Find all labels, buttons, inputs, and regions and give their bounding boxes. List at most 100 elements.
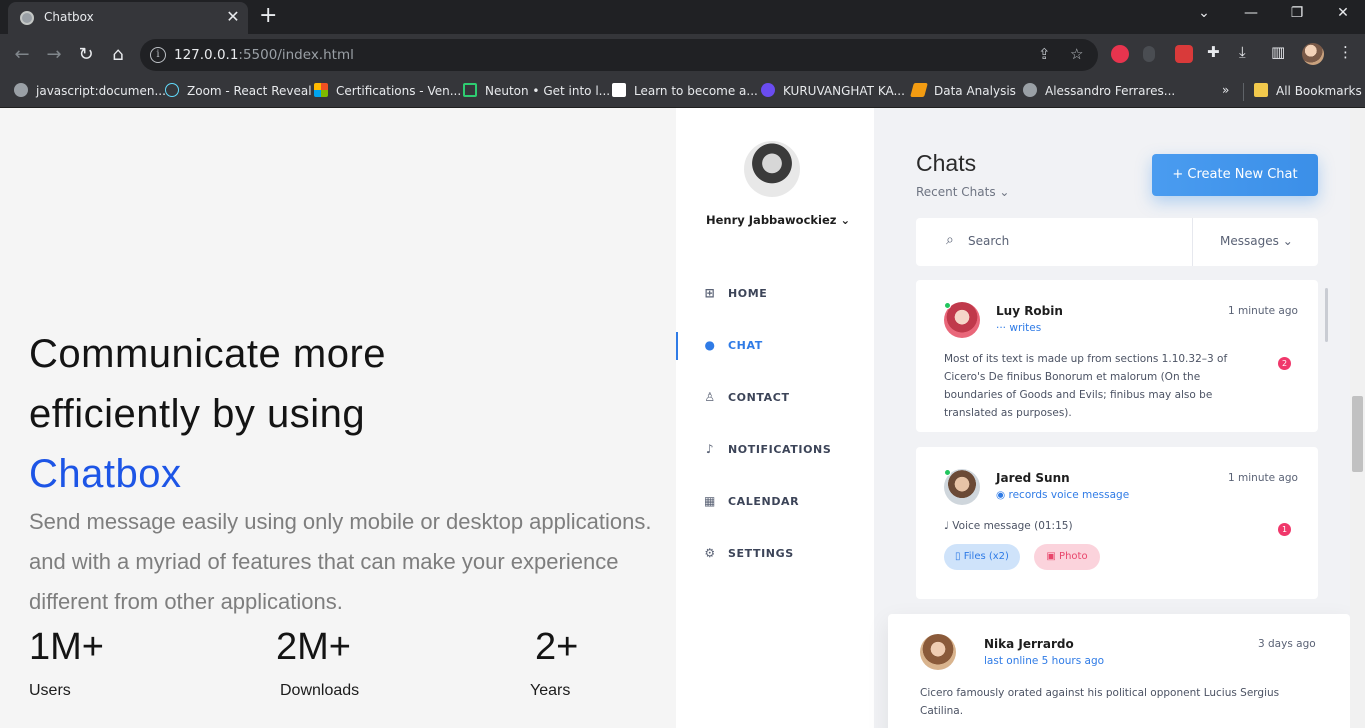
- chat-status-text: writes: [1009, 322, 1042, 334]
- user-menu[interactable]: Henry Jabbawockiez ⌄: [706, 213, 850, 227]
- site-info-icon[interactable]: i: [150, 47, 166, 63]
- forward-arrow-icon[interactable]: →: [42, 42, 66, 68]
- chat-card[interactable]: Luy Robin ·‧· writes 1 minute ago Most o…: [916, 280, 1318, 432]
- side-panel-icon[interactable]: ▥: [1271, 43, 1285, 61]
- nav-label: SETTINGS: [728, 547, 794, 560]
- hero-line-2: efficiently by using: [29, 392, 366, 436]
- profile-avatar[interactable]: [1302, 43, 1324, 65]
- bookmark-item[interactable]: Alessandro Ferrares...: [1023, 83, 1175, 98]
- search-input[interactable]: Search: [968, 234, 1009, 248]
- address-bar[interactable]: i 127.0.0.1:5500/index.html ⇪ ☆: [140, 39, 1098, 71]
- url-host: 127.0.0.1: [174, 47, 239, 63]
- chat-card[interactable]: Nika Jerrardo last online 5 hours ago 3 …: [888, 614, 1350, 728]
- bookmark-item[interactable]: Certifications - Ven...: [314, 83, 461, 98]
- online-indicator: [944, 302, 951, 309]
- page-scrollbar-thumb[interactable]: [1352, 396, 1363, 472]
- back-arrow-icon[interactable]: ←: [10, 42, 34, 68]
- menu-kebab-icon[interactable]: ⋮: [1338, 43, 1353, 61]
- browser-tab[interactable]: Chatbox ✕: [8, 2, 248, 34]
- chat-status: last online 5 hours ago: [984, 655, 1105, 667]
- chat-bubble-icon: ●: [704, 338, 716, 352]
- nav-item-chat[interactable]: ● CHAT: [702, 338, 763, 352]
- bookmarks-bar: javascript:documen... Zoom - React Revea…: [0, 76, 1365, 108]
- download-icon[interactable]: ⤓: [1239, 43, 1246, 61]
- bookmark-item[interactable]: Zoom - React Reveal: [165, 83, 312, 98]
- recent-chats-dropdown[interactable]: Recent Chats ⌄: [916, 185, 1009, 199]
- chat-list-scrollbar[interactable]: [1325, 288, 1328, 342]
- all-bookmarks-button[interactable]: All Bookmarks: [1254, 83, 1362, 98]
- user-name: Henry Jabbawockiez: [706, 213, 837, 227]
- nav-label: CALENDAR: [728, 495, 800, 508]
- nav-label: CONTACT: [728, 391, 790, 404]
- photo-label: Photo: [1059, 551, 1088, 562]
- chat-card[interactable]: Jared Sunn ◉ records voice message 1 min…: [916, 447, 1318, 599]
- hero-line-1: Communicate more: [29, 332, 387, 376]
- calendar-icon: ▦: [704, 494, 716, 508]
- nav-item-notifications[interactable]: ♪ NOTIFICATIONS: [702, 442, 831, 456]
- nav-item-home[interactable]: ⊞ HOME: [702, 286, 767, 300]
- tab-close-icon[interactable]: ✕: [224, 8, 242, 26]
- app-sidebar: Henry Jabbawockiez ⌄ ⊞ HOME ● CHAT ♙ CONTAC…: [676, 108, 874, 728]
- microphone-icon: ♩: [944, 520, 949, 532]
- share-icon[interactable]: ⇪: [1038, 45, 1051, 63]
- stat-years-value: 2+: [535, 626, 579, 668]
- chevron-down-icon: ⌄: [999, 185, 1010, 199]
- canva-icon: [761, 83, 775, 97]
- chat-status: ·‧· writes: [996, 322, 1041, 334]
- recent-chats-label: Recent Chats: [916, 185, 996, 199]
- unread-badge: 2: [1278, 357, 1291, 370]
- data-analysis-icon: [910, 83, 928, 97]
- nav-item-settings[interactable]: ⚙ SETTINGS: [702, 546, 794, 560]
- search-bar: ⌕ Search Messages ⌄: [916, 218, 1318, 266]
- nav-item-contact[interactable]: ♙ CONTACT: [702, 390, 790, 404]
- bookmark-item[interactable]: javascript:documen...: [14, 83, 166, 98]
- minimize-icon[interactable]: —: [1241, 5, 1261, 21]
- all-bookmarks-label: All Bookmarks: [1276, 84, 1362, 98]
- recording-dot-icon: ◉: [996, 489, 1006, 501]
- chat-preview: Cicero famously orated against his polit…: [920, 687, 1280, 717]
- extensions-puzzle-icon[interactable]: ✚: [1207, 43, 1220, 61]
- bookmark-item[interactable]: Neuton • Get into l...: [463, 83, 610, 98]
- search-icon: ⌕: [946, 232, 954, 248]
- extension-red-icon[interactable]: [1111, 45, 1129, 63]
- bookmark-star-icon[interactable]: ☆: [1070, 45, 1083, 63]
- stat-downloads-value: 2M+: [276, 626, 351, 668]
- create-new-chat-button[interactable]: + Create New Chat: [1152, 154, 1318, 196]
- bookmark-item[interactable]: Learn to become a...: [612, 83, 758, 98]
- nav-item-calendar[interactable]: ▦ CALENDAR: [702, 494, 799, 508]
- bookmarks-overflow-button[interactable]: »: [1222, 83, 1229, 97]
- restore-icon[interactable]: ❐: [1287, 5, 1307, 21]
- voice-message-text: Voice message (01:15): [952, 520, 1073, 532]
- bookmark-label: Zoom - React Reveal: [187, 84, 312, 98]
- bookmark-item[interactable]: Data Analysis: [910, 83, 1016, 98]
- tab-title: Chatbox: [44, 10, 94, 24]
- chat-time: 1 minute ago: [1228, 472, 1298, 484]
- messages-filter-dropdown[interactable]: Messages ⌄: [1220, 234, 1293, 248]
- grid-icon: ⊞: [704, 286, 716, 300]
- new-tab-button[interactable]: +: [259, 5, 277, 27]
- tab-search-icon[interactable]: ⌄: [1194, 5, 1214, 21]
- bookmark-label: KURUVANGHAT KA...: [783, 84, 905, 98]
- avatar: [920, 634, 956, 670]
- reload-icon[interactable]: ↻: [74, 42, 98, 68]
- photo-attachment-pill[interactable]: ▣ Photo: [1034, 544, 1100, 570]
- bookmark-item[interactable]: KURUVANGHAT KA...: [761, 83, 905, 98]
- url-text[interactable]: 127.0.0.1:5500/index.html: [174, 47, 354, 63]
- chat-status: ◉ records voice message: [996, 489, 1129, 501]
- chat-time: 1 minute ago: [1228, 305, 1298, 317]
- avatar[interactable]: [744, 141, 800, 197]
- stat-downloads-label: Downloads: [280, 682, 360, 699]
- hero-heading: Communicate more efficiently by using Ch…: [29, 324, 386, 504]
- url-path: :5500/index.html: [238, 47, 354, 63]
- extension-mouse-icon[interactable]: [1143, 46, 1155, 62]
- files-attachment-pill[interactable]: ▯ Files (x2): [944, 544, 1020, 570]
- chat-preview: ♩ Voice message (01:15): [944, 517, 1073, 535]
- neuton-icon: [463, 83, 477, 97]
- image-icon: ▣: [1046, 551, 1056, 562]
- chat-status-text: records voice message: [1008, 489, 1130, 501]
- extension-shield-icon[interactable]: [1175, 45, 1193, 63]
- chat-time: 3 days ago: [1258, 638, 1316, 650]
- home-icon[interactable]: ⌂: [106, 42, 130, 68]
- window-close-icon[interactable]: ✕: [1333, 5, 1353, 21]
- chat-name: Nika Jerrardo: [984, 637, 1074, 651]
